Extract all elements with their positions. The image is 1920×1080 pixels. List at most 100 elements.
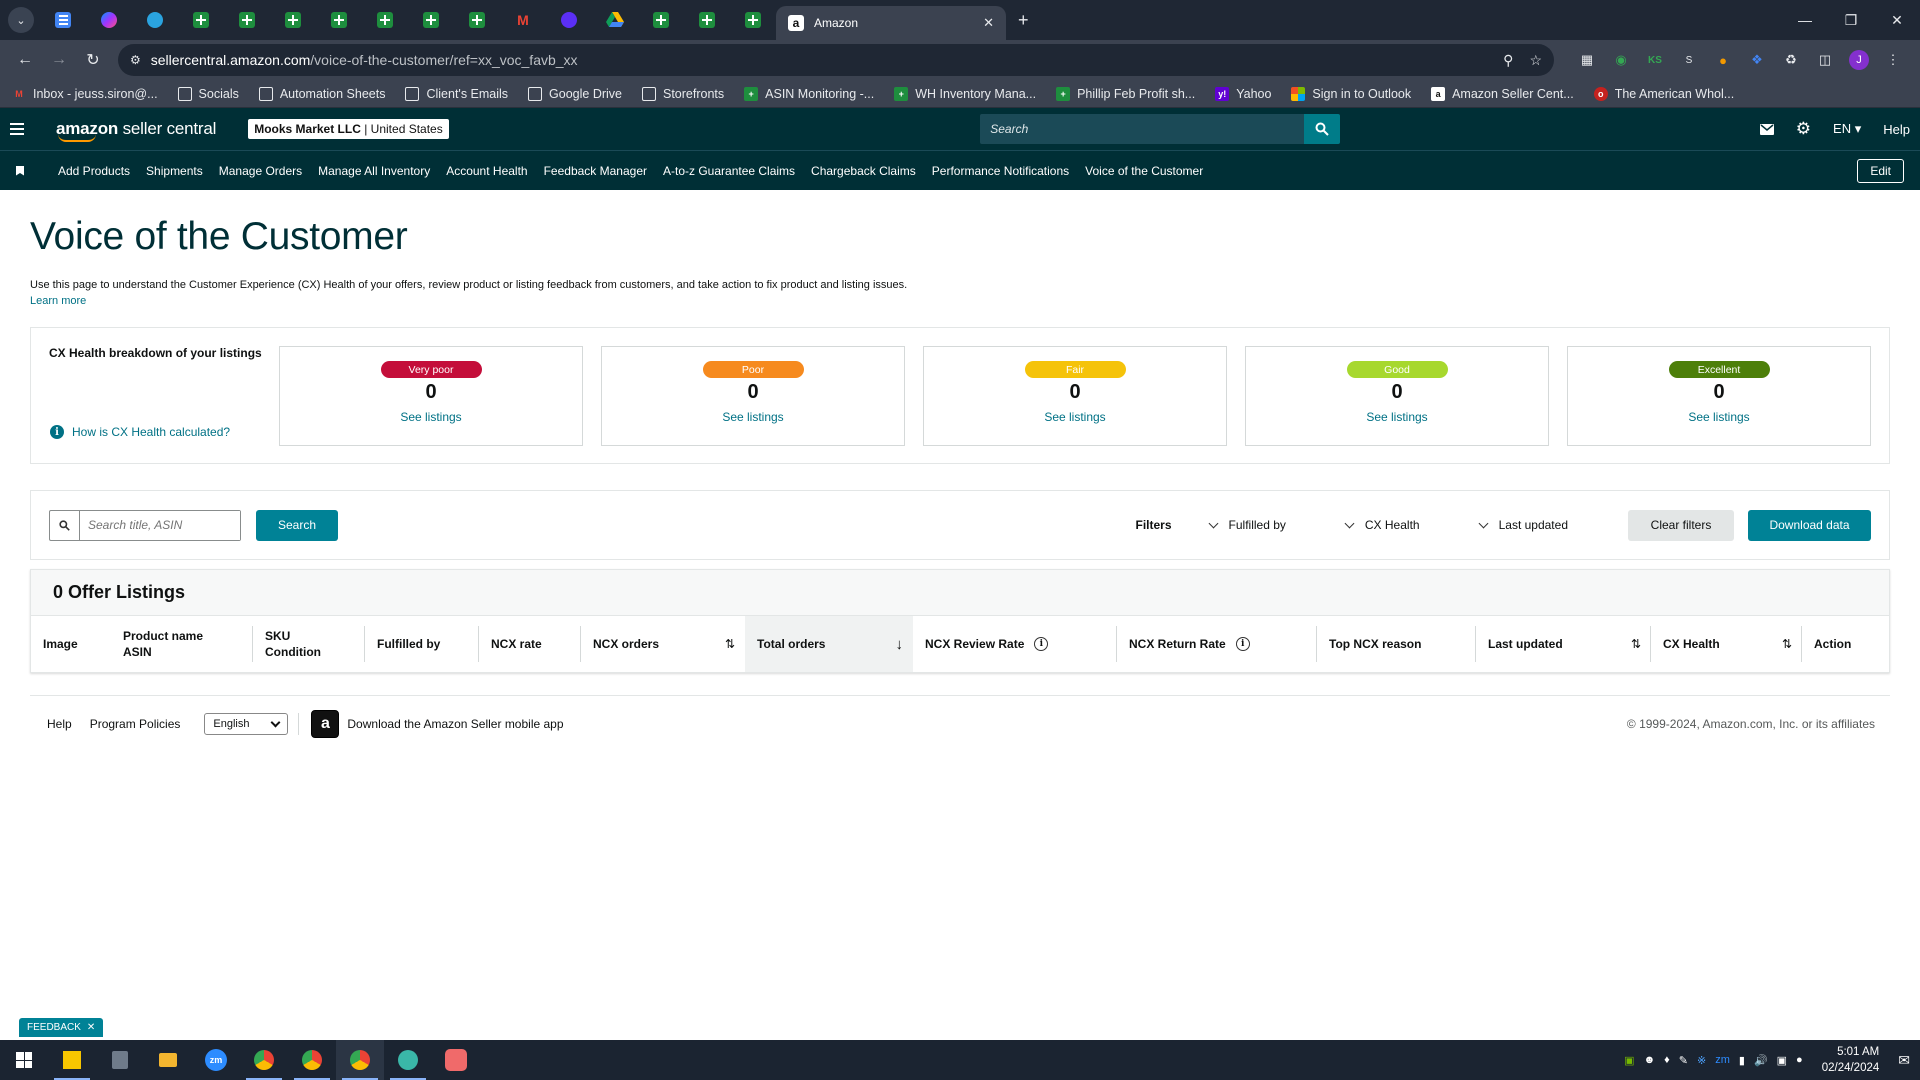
file-explorer-app[interactable] xyxy=(144,1040,192,1080)
reload-button[interactable]: ↻ xyxy=(78,45,108,75)
filter-dropdown[interactable]: Last updated xyxy=(1478,518,1568,532)
zoom-app[interactable]: zm xyxy=(192,1040,240,1080)
zoom-tray-icon[interactable]: zm xyxy=(1715,1054,1730,1066)
extensions-puzzle-icon[interactable]: ♻ xyxy=(1774,52,1808,68)
bookmark-item[interactable]: Sign in to Outlook xyxy=(1291,86,1411,101)
active-tab[interactable]: a Amazon ✕ xyxy=(776,6,1006,40)
col-product-name[interactable]: Product name ASIN xyxy=(111,616,253,672)
hamburger-menu-icon[interactable] xyxy=(10,123,38,135)
pinned-tab[interactable] xyxy=(362,0,408,40)
footer-app-link[interactable]: Download the Amazon Seller mobile app xyxy=(347,717,563,731)
bookmark-item[interactable]: + WH Inventory Mana... xyxy=(894,86,1036,101)
col-ncx-rate[interactable]: NCX rate xyxy=(479,616,581,672)
sort-icon[interactable]: ⇅ xyxy=(1782,637,1792,651)
pinned-tab[interactable] xyxy=(454,0,500,40)
footer-policies-link[interactable]: Program Policies xyxy=(90,717,181,731)
cx-health-help-link[interactable]: i How is CX Health calculated? xyxy=(50,425,230,439)
close-window-icon[interactable]: ✕ xyxy=(1874,0,1920,40)
battery-icon[interactable]: ▮ xyxy=(1739,1054,1745,1067)
profile-avatar[interactable]: J xyxy=(1842,50,1876,70)
settings-gear-icon[interactable]: ⚙ xyxy=(1796,119,1811,139)
extension-green-icon[interactable]: ◉ xyxy=(1604,52,1638,68)
see-listings-link[interactable]: See listings xyxy=(400,410,461,424)
tray-app-icon[interactable]: ♦ xyxy=(1664,1054,1670,1066)
zoom-icon[interactable]: ⚲ xyxy=(1503,52,1513,69)
extension-s-icon[interactable]: S xyxy=(1672,55,1706,66)
restore-icon[interactable]: ❐ xyxy=(1828,0,1874,40)
qr-extension-icon[interactable]: ▦ xyxy=(1570,52,1604,68)
chrome-app-3[interactable] xyxy=(336,1040,384,1080)
header-search-input[interactable]: Search xyxy=(980,114,1305,144)
close-icon[interactable]: ✕ xyxy=(87,1022,95,1033)
see-listings-link[interactable]: See listings xyxy=(722,410,783,424)
bookmark-item[interactable]: M Inbox - jeuss.siron@... xyxy=(12,87,157,101)
sort-icon[interactable]: ⇅ xyxy=(1631,637,1641,651)
col-last-updated[interactable]: Last updated ⇅ xyxy=(1476,616,1651,672)
pinned-tab[interactable] xyxy=(270,0,316,40)
seller-central-logo[interactable]: amazon seller central xyxy=(56,119,216,142)
pinned-tab[interactable] xyxy=(408,0,454,40)
bookmark-item[interactable]: Google Drive xyxy=(528,86,622,101)
filter-dropdown[interactable]: CX Health xyxy=(1344,518,1420,532)
bookmark-item[interactable]: y! Yahoo xyxy=(1215,86,1271,101)
notifications-icon[interactable]: ✉ xyxy=(1898,1052,1910,1069)
bluetooth-icon[interactable]: ※ xyxy=(1697,1054,1706,1067)
edit-nav-button[interactable]: Edit xyxy=(1857,158,1904,183)
footer-language-select[interactable]: English xyxy=(204,713,289,735)
close-tab-icon[interactable]: ✕ xyxy=(983,15,994,31)
info-icon[interactable]: i xyxy=(1034,637,1049,651)
sort-desc-icon[interactable]: ↓ xyxy=(896,636,904,653)
new-tab-button[interactable]: + xyxy=(1018,10,1029,31)
minimize-icon[interactable]: — xyxy=(1782,0,1828,40)
feedback-tab[interactable]: FEEDBACK ✕ xyxy=(19,1018,104,1037)
bookmark-star-icon[interactable]: ☆ xyxy=(1529,52,1542,69)
forward-button[interactable]: → xyxy=(44,45,74,75)
nvidia-icon[interactable]: ▣ xyxy=(1624,1054,1634,1067)
nav-link[interactable]: Feedback Manager xyxy=(544,164,647,178)
pinned-tab[interactable] xyxy=(178,0,224,40)
info-icon[interactable]: i xyxy=(1235,637,1250,651)
pinned-tab[interactable] xyxy=(730,0,776,40)
nav-link[interactable]: Voice of the Customer xyxy=(1085,164,1203,178)
nav-link[interactable]: A-to-z Guarantee Claims xyxy=(663,164,795,178)
bookmark-item[interactable]: + ASIN Monitoring -... xyxy=(744,86,874,101)
side-panel-icon[interactable]: ◫ xyxy=(1808,52,1842,68)
help-link[interactable]: Help xyxy=(1883,122,1910,137)
pinned-tab[interactable] xyxy=(86,0,132,40)
site-info-icon[interactable]: ⚙ xyxy=(130,53,141,67)
calculator-app[interactable] xyxy=(96,1040,144,1080)
people-icon[interactable]: ☻ xyxy=(1644,1054,1656,1066)
account-switcher[interactable]: Mooks Market LLC | United States xyxy=(248,119,449,139)
sticky-notes-app[interactable] xyxy=(48,1040,96,1080)
pinned-tab[interactable] xyxy=(40,0,86,40)
nav-link[interactable]: Chargeback Claims xyxy=(811,164,916,178)
col-sku[interactable]: SKU Condition xyxy=(253,616,365,672)
nav-link[interactable]: Shipments xyxy=(146,164,203,178)
filter-dropdown[interactable]: Fulfilled by xyxy=(1208,518,1286,532)
bookmark-item[interactable]: o The American Whol... xyxy=(1593,86,1734,101)
sort-icon[interactable]: ⇅ xyxy=(725,637,735,651)
footer-help-link[interactable]: Help xyxy=(47,717,72,731)
back-button[interactable]: ← xyxy=(10,45,40,75)
pinned-tab[interactable] xyxy=(684,0,730,40)
pinned-tab[interactable] xyxy=(316,0,362,40)
search-button[interactable]: Search xyxy=(256,509,338,541)
volume-icon[interactable]: 🔊 xyxy=(1754,1054,1768,1067)
extension-orange-icon[interactable]: ● xyxy=(1706,53,1740,68)
col-fulfilled-by[interactable]: Fulfilled by xyxy=(365,616,479,672)
taskbar-clock[interactable]: 5:01 AM 02/24/2024 xyxy=(1822,1044,1880,1076)
microphone-icon[interactable]: ● xyxy=(1796,1054,1803,1066)
bookmark-item[interactable]: + Phillip Feb Profit sh... xyxy=(1056,86,1195,101)
address-bar[interactable]: ⚙ sellercentral.amazon.com/voice-of-the-… xyxy=(118,44,1554,76)
start-button[interactable] xyxy=(0,1040,48,1080)
learn-more-link[interactable]: Learn more xyxy=(30,295,86,307)
asana-app[interactable] xyxy=(432,1040,480,1080)
language-selector[interactable]: EN ▾ xyxy=(1833,121,1861,137)
pinned-tab[interactable]: M xyxy=(500,0,546,40)
download-data-button[interactable]: Download data xyxy=(1748,509,1871,541)
pinned-tab[interactable] xyxy=(224,0,270,40)
chrome-app-2[interactable] xyxy=(288,1040,336,1080)
nav-link[interactable]: Manage All Inventory xyxy=(318,164,430,178)
pen-icon[interactable]: ✎ xyxy=(1679,1054,1688,1067)
pinned-tab[interactable] xyxy=(638,0,684,40)
